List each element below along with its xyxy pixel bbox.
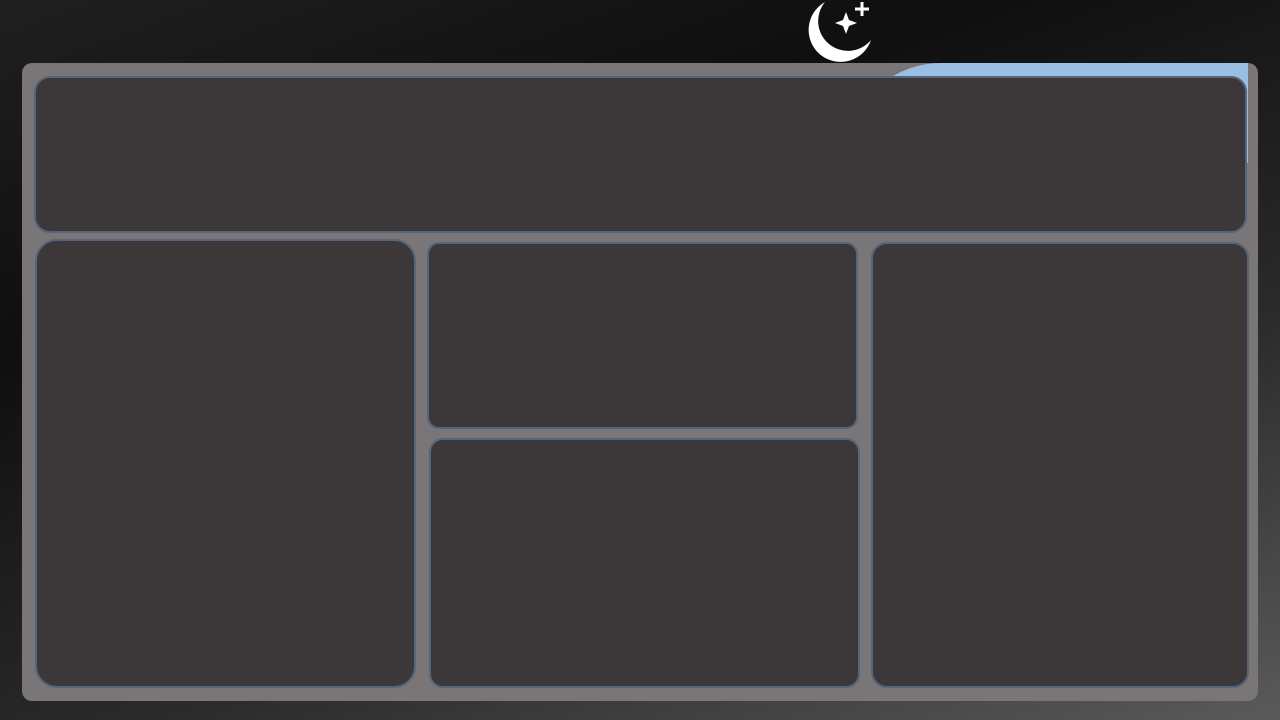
left-panel	[35, 239, 416, 688]
theme-toggle-button[interactable]	[800, 0, 876, 66]
header-panel	[34, 76, 1247, 233]
center-bottom-panel	[429, 438, 860, 688]
moon-stars-icon	[808, 2, 871, 62]
center-top-panel	[427, 242, 858, 429]
dashboard-frame	[22, 63, 1258, 701]
right-panel	[871, 242, 1249, 688]
